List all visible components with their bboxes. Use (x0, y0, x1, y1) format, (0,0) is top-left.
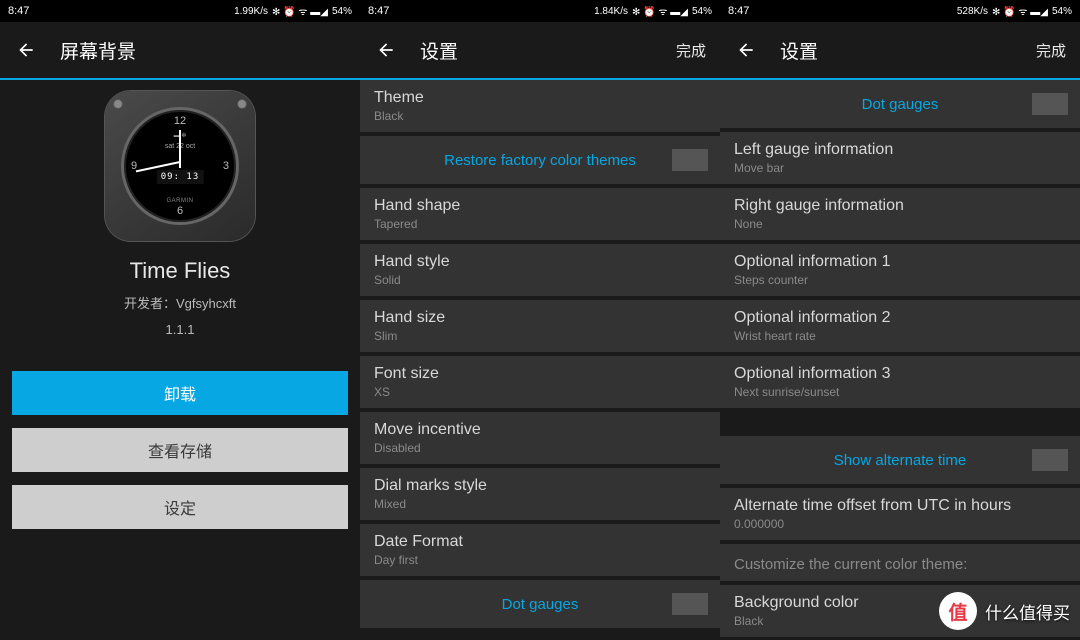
setting-item[interactable]: Date Format Day first (360, 524, 720, 580)
setting-title: Theme (374, 89, 706, 107)
setting-item[interactable]: Font size XS (360, 356, 720, 412)
setting-title: Hand size (374, 309, 706, 327)
setting-title: Optional information 1 (734, 253, 1066, 271)
setting-item[interactable]: Dot gauges (360, 580, 720, 632)
setting-value: Steps counter (734, 273, 1066, 287)
setting-item[interactable]: Left gauge information Move bar (720, 132, 1080, 188)
screen-watchface: 8:47 1.99K/s ✻ ⏰ ᯤ ▬◢ 54% 屏幕背景 12 3 6 9 … (0, 0, 360, 640)
status-icons: ✻ ⏰ ᯤ ▬◢ (272, 4, 328, 18)
setting-item[interactable]: Dot gauges (720, 80, 1080, 132)
setting-item[interactable]: Alternate time offset from UTC in hours 0… (720, 488, 1080, 544)
setting-value: None (734, 217, 1066, 231)
page-title: 屏幕背景 (60, 37, 346, 64)
setting-title: Hand style (374, 253, 706, 271)
setting-value: Black (374, 109, 706, 123)
status-rate: 1.84K/s (594, 6, 628, 17)
setting-value: Mixed (374, 497, 706, 511)
page-title: 设置 (420, 37, 676, 64)
setting-title: Alternate time offset from UTC in hours (734, 497, 1066, 515)
setting-title: Show alternate time (834, 452, 967, 469)
setting-title: Move incentive (374, 421, 706, 439)
setting-title: Dot gauges (862, 96, 939, 113)
setting-title: Font size (374, 365, 706, 383)
setting-value: Solid (374, 273, 706, 287)
setting-value: Disabled (374, 441, 706, 455)
toggle-switch[interactable] (1032, 449, 1068, 471)
setting-item[interactable]: Optional information 1 Steps counter (720, 244, 1080, 300)
status-time: 8:47 (8, 5, 29, 17)
setting-title: Hand shape (374, 197, 706, 215)
setting-title: Restore factory color themes (444, 152, 636, 169)
watchface-preview: 12 3 6 9 ▬ ✻ sat 22 oct 09: 13 GARMIN (100, 86, 260, 246)
setting-title: Dot gauges (502, 596, 579, 613)
setting-value: Tapered (374, 217, 706, 231)
uninstall-button[interactable]: 卸载 (12, 371, 348, 415)
setting-item[interactable]: Move incentive Disabled (360, 412, 720, 468)
setting-item[interactable]: Hand shape Tapered (360, 188, 720, 244)
status-rate: 1.99K/s (234, 6, 268, 17)
statusbar: 8:47 528K/s ✻ ⏰ ᯤ ▬◢ 54% (720, 0, 1080, 22)
toggle-switch[interactable] (1032, 93, 1068, 115)
setting-value: Day first (374, 553, 706, 567)
status-icons: ✻ ⏰ ᯤ ▬◢ (632, 4, 688, 18)
settings-list[interactable]: Theme Black Restore factory color themes Ha… (360, 80, 720, 640)
button-group: 卸载 查看存储 设定 (0, 371, 360, 529)
toggle-switch[interactable] (672, 149, 708, 171)
status-rate: 528K/s (957, 6, 988, 17)
setting-title: Left gauge information (734, 141, 1066, 159)
page-title: 设置 (780, 37, 1036, 64)
status-time: 8:47 (728, 5, 749, 17)
statusbar: 8:47 1.84K/s ✻ ⏰ ᯤ ▬◢ 54% (360, 0, 720, 22)
setting-item[interactable]: Optional information 3 Next sunrise/sunse… (720, 356, 1080, 412)
statusbar: 8:47 1.99K/s ✻ ⏰ ᯤ ▬◢ 54% (0, 0, 360, 22)
setting-item[interactable]: Theme Black (360, 80, 720, 136)
toggle-switch[interactable] (672, 593, 708, 615)
setting-item[interactable]: Optional information 2 Wrist heart rate (720, 300, 1080, 356)
setting-item[interactable]: Show alternate time (720, 436, 1080, 488)
navbar: 设置 完成 (720, 22, 1080, 78)
navbar: 设置 完成 (360, 22, 720, 78)
screen-settings-2: 8:47 528K/s ✻ ⏰ ᯤ ▬◢ 54% 设置 完成 Dot gauge… (720, 0, 1080, 640)
navbar: 屏幕背景 (0, 22, 360, 78)
back-arrow-icon[interactable] (374, 38, 398, 62)
done-button[interactable]: 完成 (676, 40, 706, 61)
screen-settings-1: 8:47 1.84K/s ✻ ⏰ ᯤ ▬◢ 54% 设置 完成 Theme Bla… (360, 0, 720, 640)
settings-button[interactable]: 设定 (12, 485, 348, 529)
view-storage-button[interactable]: 查看存储 (12, 428, 348, 472)
setting-title: Optional information 3 (734, 365, 1066, 383)
setting-value: XS (374, 385, 706, 399)
status-right: 1.99K/s ✻ ⏰ ᯤ ▬◢ 54% (234, 4, 352, 18)
setting-title: Date Format (374, 533, 706, 551)
watermark: 值 什么值得买 (939, 592, 1070, 630)
setting-value: Wrist heart rate (734, 329, 1066, 343)
status-battery: 54% (332, 6, 352, 17)
app-title: Time Flies (130, 258, 231, 284)
status-battery: 54% (1052, 6, 1072, 17)
watermark-badge-icon: 值 (939, 592, 977, 630)
done-button[interactable]: 完成 (1036, 40, 1066, 61)
setting-value: 0.000000 (734, 517, 1066, 531)
setting-value: Next sunrise/sunset (734, 385, 1066, 399)
setting-value: Slim (374, 329, 706, 343)
content: 12 3 6 9 ▬ ✻ sat 22 oct 09: 13 GARMIN Ti… (0, 80, 360, 640)
setting-item[interactable]: Right gauge information None (720, 188, 1080, 244)
setting-item[interactable]: Dial marks style Mixed (360, 468, 720, 524)
status-icons: ✻ ⏰ ᯤ ▬◢ (992, 4, 1048, 18)
back-arrow-icon[interactable] (734, 38, 758, 62)
setting-title: Right gauge information (734, 197, 1066, 215)
status-time: 8:47 (368, 5, 389, 17)
setting-item[interactable]: Hand size Slim (360, 300, 720, 356)
setting-item[interactable]: Restore factory color themes (360, 136, 720, 188)
watermark-text: 什么值得买 (985, 599, 1070, 624)
back-arrow-icon[interactable] (14, 38, 38, 62)
status-battery: 54% (692, 6, 712, 17)
setting-value: Move bar (734, 161, 1066, 175)
setting-title: Optional information 2 (734, 309, 1066, 327)
setting-item[interactable]: Hand style Solid (360, 244, 720, 300)
app-developer: 开发者：Vgfsyhcxft (124, 293, 236, 312)
section-header: Customize the current color theme: (720, 544, 1080, 585)
settings-list[interactable]: Dot gauges Left gauge information Move bar… (720, 80, 1080, 640)
setting-title: Dial marks style (374, 477, 706, 495)
app-version: 1.1.1 (166, 322, 195, 337)
